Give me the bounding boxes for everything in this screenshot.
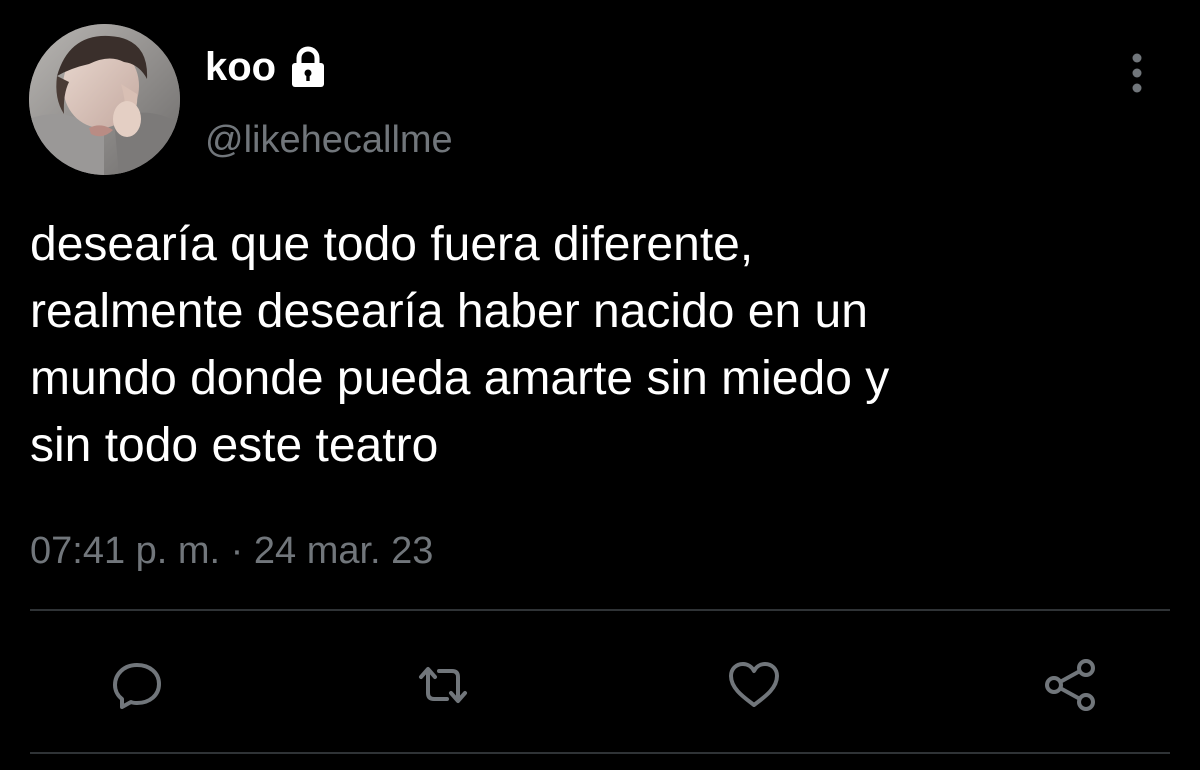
retweet-button[interactable] (413, 655, 473, 715)
heart-icon (729, 662, 779, 707)
tweet-card: koo @likehecallme desearía que todo fuer… (0, 0, 1200, 770)
more-vertical-icon[interactable] (1124, 50, 1150, 100)
tweet-text: desearía que todo fuera diferente, realm… (30, 218, 890, 472)
avatar[interactable] (29, 24, 180, 175)
display-name[interactable]: koo (205, 42, 276, 92)
share-icon (1045, 659, 1095, 711)
display-name-row: koo (205, 42, 330, 92)
like-button[interactable] (724, 655, 784, 715)
lock-icon (286, 45, 330, 89)
reply-icon (113, 663, 161, 709)
retweet-icon (419, 667, 467, 703)
share-button[interactable] (1040, 655, 1100, 715)
avatar-image (29, 24, 180, 175)
divider (30, 609, 1170, 611)
user-handle[interactable]: @likehecallme (205, 116, 453, 164)
divider-bottom (30, 752, 1170, 754)
tweet-timestamp[interactable]: 07:41 p. m. · 24 mar. 23 (30, 526, 433, 576)
reply-button[interactable] (107, 655, 167, 715)
